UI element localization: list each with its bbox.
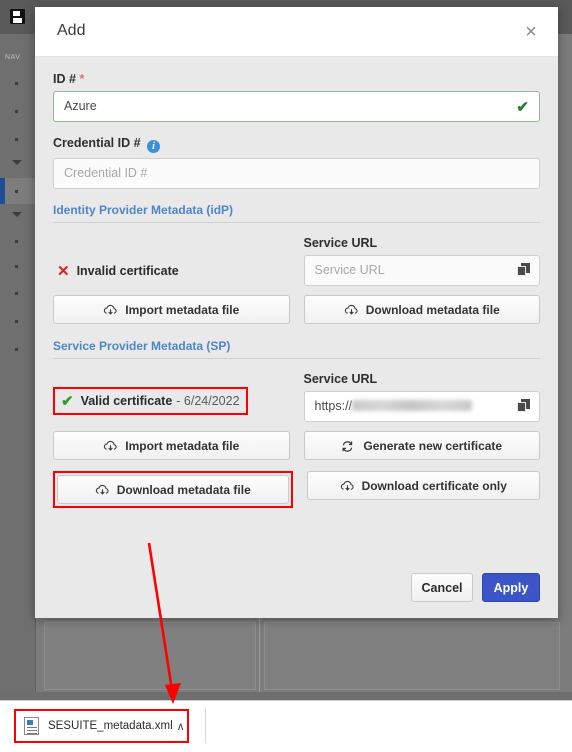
sp-button-row-2: Download metadata file Download certific… [53, 471, 540, 508]
downloaded-file-item[interactable]: SESUITE_metadata.xml ∧ [14, 709, 189, 743]
sp-import-metadata-file-button[interactable]: Import metadata file [53, 431, 290, 460]
sp-generate-new-certificate-button[interactable]: Generate new certificate [303, 431, 540, 460]
background-footer-strip [0, 692, 572, 700]
sp-service-url-label: Service URL [303, 372, 378, 386]
sp-left-column: ✔ Valid certificate - 6/24/2022 [53, 372, 290, 422]
sp-certificate-status-text: Valid certificate [80, 394, 173, 408]
id-input[interactable]: Azure [53, 91, 540, 122]
cloud-upload-icon [103, 304, 118, 316]
id-field-label-text: ID # [53, 72, 76, 86]
sp-service-url-value: https:// [314, 399, 353, 413]
sidebar-item-expand-caret-icon[interactable] [12, 212, 22, 217]
sp-download-certificate-only-button[interactable]: Download certificate only [306, 471, 540, 500]
cloud-download-icon [95, 484, 110, 496]
sp-columns: ✔ Valid certificate - 6/24/2022 Service … [53, 372, 540, 422]
idp-columns: ✕ Invalid certificate Service URL Servic… [53, 236, 540, 286]
screen-root: NAV Add × ID # * Azure ✔ Credential ID #… [0, 0, 572, 752]
background-panel-divider [259, 616, 260, 696]
credential-id-field-label: Credential ID # i [53, 136, 540, 153]
sp-service-url-input[interactable]: https:// [303, 391, 540, 422]
dialog-title: Add [57, 22, 86, 39]
cloud-download-icon [340, 480, 355, 492]
sidebar-item-selected-indicator [0, 178, 5, 204]
sp-service-url-redacted [352, 400, 473, 411]
idp-service-url-wrap: Service URL [303, 255, 540, 286]
sp-download-metadata-file-highlight: Download metadata file [53, 471, 293, 508]
info-icon[interactable]: i [147, 140, 161, 153]
add-dialog: Add × ID # * Azure ✔ Credential ID # i C… [35, 7, 558, 618]
sp-download-metadata-file-label: Download metadata file [116, 482, 251, 497]
valid-certificate-icon: ✔ [61, 393, 74, 410]
sidebar-header [0, 0, 36, 34]
sp-generate-new-certificate-label: Generate new certificate [363, 438, 503, 453]
save-icon[interactable] [10, 9, 25, 24]
sp-right-column: Service URL https:// [303, 372, 540, 422]
sidebar-item-bullet[interactable] [15, 348, 18, 351]
required-marker: * [79, 71, 85, 86]
xml-file-icon [24, 717, 39, 735]
credential-id-label-text: Credential ID # [53, 136, 141, 150]
idp-left-column: ✕ Invalid certificate [53, 236, 290, 286]
sp-import-metadata-file-label: Import metadata file [125, 438, 240, 453]
download-bar-divider [205, 709, 206, 743]
close-icon[interactable]: × [518, 19, 544, 45]
cloud-download-icon [344, 304, 359, 316]
sidebar-nav-label: NAV [5, 54, 21, 61]
cancel-button[interactable]: Cancel [411, 573, 473, 602]
sidebar-item-expand-caret-icon[interactable] [12, 160, 22, 165]
credential-id-input[interactable]: Credential ID # [53, 158, 540, 189]
sidebar-item-bullet[interactable] [15, 240, 18, 243]
sp-section-body: ✔ Valid certificate - 6/24/2022 Service … [53, 359, 540, 508]
idp-service-url-input[interactable]: Service URL [303, 255, 540, 286]
sp-certificate-date: - 6/24/2022 [176, 394, 240, 408]
idp-download-metadata-file-label: Download metadata file [365, 302, 500, 317]
sp-service-url-wrap: https:// [303, 391, 540, 422]
invalid-certificate-icon: ✕ [57, 262, 70, 280]
copy-icon[interactable] [517, 263, 531, 277]
idp-section-body: ✕ Invalid certificate Service URL Servic… [53, 223, 540, 324]
idp-service-url-label: Service URL [303, 236, 378, 250]
sidebar-item-bullet[interactable] [15, 292, 18, 295]
sp-download-metadata-file-button[interactable]: Download metadata file [57, 475, 289, 504]
refresh-icon [341, 440, 356, 452]
dialog-header: Add × [35, 7, 558, 57]
sidebar-item-bullet[interactable] [15, 190, 18, 193]
sp-button-row-1: Import metadata file Generate new certif… [53, 431, 540, 460]
valid-check-icon: ✔ [516, 99, 529, 116]
cloud-upload-icon [103, 440, 118, 452]
copy-icon[interactable] [517, 399, 531, 413]
sp-download-certificate-only-label: Download certificate only [361, 478, 507, 493]
valid-certificate-status: ✔ Valid certificate - 6/24/2022 [53, 387, 248, 415]
idp-import-metadata-file-button[interactable]: Import metadata file [53, 295, 290, 324]
chevron-up-icon[interactable]: ∧ [177, 720, 185, 733]
sidebar: NAV [0, 0, 36, 700]
sidebar-item-bullet[interactable] [15, 138, 18, 141]
downloaded-file-name: SESUITE_metadata.xml [48, 720, 173, 732]
sidebar-item-bullet[interactable] [15, 320, 18, 323]
background-panel-right [264, 622, 560, 690]
browser-download-bar: SESUITE_metadata.xml ∧ [0, 700, 572, 752]
sp-section-title: Service Provider Metadata (SP) [53, 339, 540, 359]
credential-id-input-wrap: Credential ID # [53, 158, 540, 189]
idp-section-title: Identity Provider Metadata (idP) [53, 203, 540, 223]
idp-certificate-status-text: Invalid certificate [76, 263, 179, 278]
dialog-body: ID # * Azure ✔ Credential ID # i Credent… [35, 57, 558, 508]
background-panel-left [44, 622, 256, 690]
sidebar-item-bullet[interactable] [15, 265, 18, 268]
id-input-wrap: Azure ✔ [53, 91, 540, 122]
id-field-label: ID # * [53, 71, 540, 86]
idp-download-metadata-file-button[interactable]: Download metadata file [303, 295, 540, 324]
idp-button-row: Import metadata file Download metadata f… [53, 295, 540, 324]
apply-button[interactable]: Apply [482, 573, 540, 602]
idp-import-metadata-file-label: Import metadata file [125, 302, 240, 317]
idp-certificate-status: ✕ Invalid certificate [53, 255, 290, 286]
sidebar-item-selected-bg[interactable] [5, 178, 36, 204]
sidebar-item-bullet[interactable] [15, 110, 18, 113]
sidebar-item-bullet[interactable] [15, 82, 18, 85]
idp-right-column: Service URL Service URL [303, 236, 540, 286]
dialog-footer: Cancel Apply [411, 573, 540, 602]
